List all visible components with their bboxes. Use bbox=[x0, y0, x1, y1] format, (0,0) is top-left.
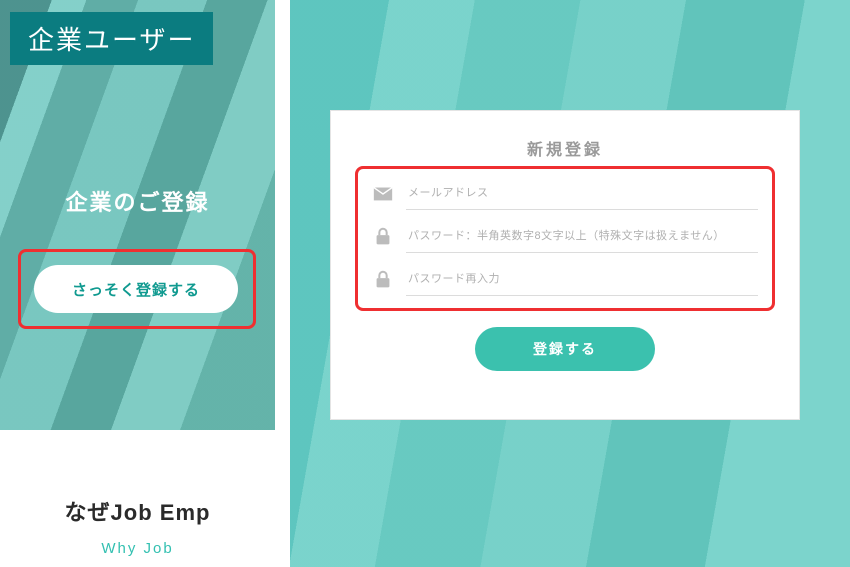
password-field-row bbox=[372, 220, 758, 253]
user-type-badge: 企業ユーザー bbox=[10, 12, 213, 65]
lock-icon bbox=[372, 269, 394, 291]
why-heading: なぜJob Emp bbox=[0, 495, 275, 527]
password-confirm-input[interactable] bbox=[406, 263, 758, 296]
lock-icon bbox=[372, 226, 394, 248]
envelope-icon bbox=[372, 183, 394, 205]
why-subheading: Why Job bbox=[0, 540, 275, 557]
submit-wrap: 登録する bbox=[361, 327, 769, 371]
left-panel: 企業ユーザー 企業のご登録 さっそく登録する なぜJob Emp Why Job bbox=[0, 0, 275, 567]
register-now-button[interactable]: さっそく登録する bbox=[34, 265, 238, 313]
submit-register-button[interactable]: 登録する bbox=[475, 327, 655, 371]
password-input[interactable] bbox=[406, 220, 758, 253]
email-input[interactable] bbox=[406, 177, 758, 210]
email-field-row bbox=[372, 177, 758, 210]
signup-form-card: 新規登録 bbox=[330, 110, 800, 420]
left-heading: 企業のご登録 bbox=[0, 185, 275, 217]
form-fields-highlight-box bbox=[355, 166, 775, 311]
form-title: 新規登録 bbox=[361, 136, 769, 160]
right-panel: 新規登録 bbox=[290, 0, 850, 567]
password-confirm-field-row bbox=[372, 263, 758, 296]
